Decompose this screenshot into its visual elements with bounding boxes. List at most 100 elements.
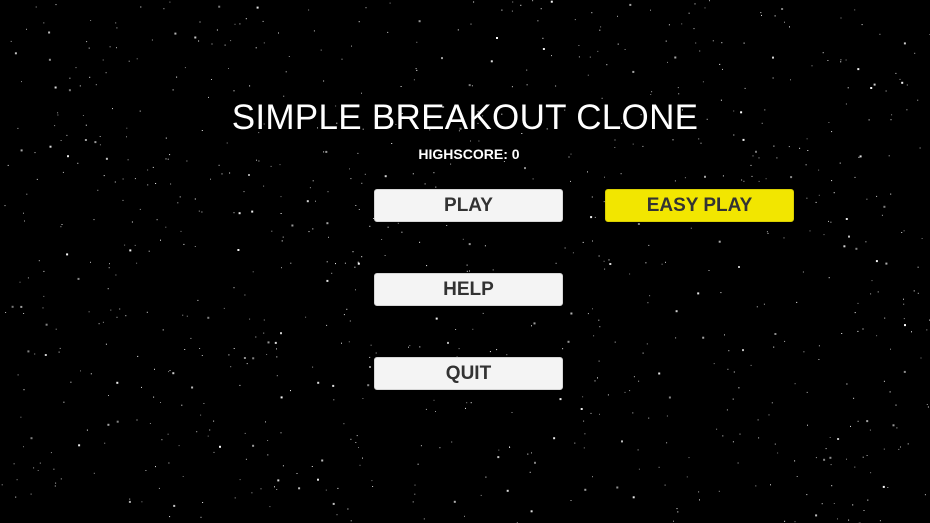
star	[693, 28, 695, 30]
star	[837, 518, 838, 520]
star	[414, 484, 416, 486]
star	[276, 356, 278, 358]
star	[435, 317, 438, 320]
star	[875, 260, 878, 263]
star	[583, 447, 585, 449]
star	[245, 18, 247, 20]
star	[485, 476, 487, 478]
star	[833, 192, 835, 194]
star	[161, 439, 163, 441]
star	[642, 352, 644, 354]
star	[54, 86, 57, 89]
star	[879, 33, 881, 35]
star	[116, 27, 118, 29]
star	[484, 245, 486, 247]
star	[97, 189, 99, 191]
star	[251, 492, 253, 494]
help-button[interactable]: HELP	[374, 273, 563, 306]
star	[873, 83, 876, 86]
star	[308, 9, 310, 11]
star	[128, 60, 130, 62]
star	[757, 419, 759, 421]
star	[555, 85, 557, 87]
star	[774, 15, 776, 17]
star	[88, 47, 90, 49]
star	[632, 70, 635, 73]
star	[744, 87, 746, 89]
star	[704, 7, 706, 9]
star	[328, 236, 329, 238]
star	[199, 348, 201, 349]
star	[288, 56, 290, 57]
star	[114, 181, 116, 183]
star	[651, 91, 653, 93]
star	[898, 448, 900, 450]
star	[648, 244, 650, 246]
star	[244, 294, 246, 296]
star	[4, 205, 6, 207]
star	[629, 390, 631, 392]
star	[109, 46, 111, 48]
star	[470, 140, 471, 142]
star	[750, 164, 752, 166]
star	[170, 183, 172, 185]
star	[95, 84, 97, 86]
star	[327, 191, 329, 193]
star	[63, 401, 65, 403]
star	[674, 56, 677, 59]
star	[341, 58, 343, 60]
star	[468, 84, 471, 87]
star	[526, 69, 528, 71]
star	[807, 424, 808, 426]
star	[14, 52, 17, 55]
star	[870, 293, 872, 295]
star	[688, 12, 690, 14]
star	[591, 12, 593, 14]
star	[435, 186, 437, 188]
star	[604, 176, 605, 178]
star	[298, 487, 301, 490]
quit-button[interactable]: QUIT	[374, 357, 563, 390]
star	[17, 374, 19, 376]
star	[89, 76, 91, 78]
easy-play-button[interactable]: EASY PLAY	[605, 189, 794, 222]
star	[501, 9, 503, 11]
star	[907, 443, 909, 445]
star	[468, 243, 471, 246]
star	[279, 164, 281, 166]
star	[333, 399, 335, 401]
star	[551, 55, 552, 57]
star	[211, 79, 212, 80]
star	[291, 224, 294, 227]
star	[129, 498, 131, 500]
star	[203, 403, 205, 404]
star	[903, 298, 904, 300]
star	[419, 241, 421, 243]
play-button[interactable]: PLAY	[374, 189, 563, 222]
star	[806, 494, 808, 496]
star	[668, 24, 670, 26]
star	[828, 220, 829, 222]
star	[854, 176, 856, 178]
star	[690, 227, 692, 229]
star	[116, 316, 118, 318]
star	[125, 315, 127, 317]
star	[774, 443, 776, 445]
star	[846, 458, 847, 460]
star	[550, 0, 553, 3]
star	[276, 489, 278, 490]
star	[741, 179, 743, 181]
star	[770, 484, 771, 486]
star	[78, 444, 81, 447]
star	[282, 465, 284, 467]
star	[666, 442, 668, 444]
highscore-display: HIGHSCORE: 0	[0, 145, 930, 163]
star	[823, 458, 826, 461]
star	[176, 76, 178, 78]
star	[825, 448, 827, 450]
star	[578, 56, 580, 58]
highscore-label: HIGHSCORE:	[418, 146, 512, 162]
star	[43, 22, 45, 24]
star	[633, 376, 635, 378]
star	[263, 42, 265, 44]
